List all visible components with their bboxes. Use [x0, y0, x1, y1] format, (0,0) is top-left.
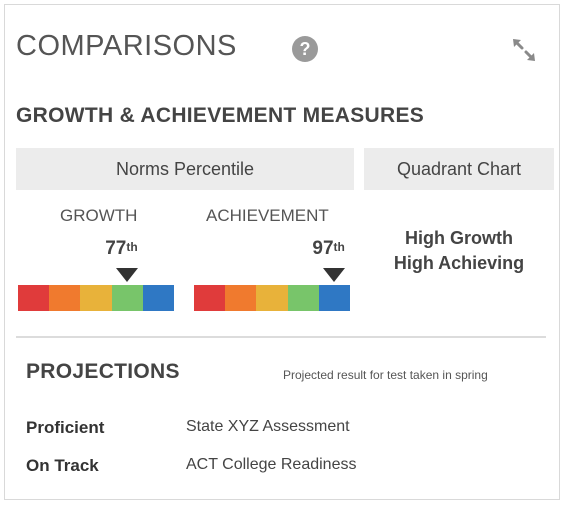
achievement-scale-bar [194, 285, 351, 311]
quadrant-growth: High Growth [405, 228, 513, 248]
scale-segment [80, 285, 112, 311]
growth-label: GROWTH [60, 206, 138, 225]
growth-marker-icon [116, 268, 139, 282]
scale-segment [318, 285, 351, 311]
achievement-label: ACHIEVEMENT [206, 206, 329, 225]
quadrant-result: High Growth High Achieving [364, 226, 554, 276]
scale-segment [194, 285, 226, 311]
projection-status: On Track [26, 456, 99, 475]
scale-segment [142, 285, 175, 311]
scale-segment [49, 285, 81, 311]
quadrant-achievement: High Achieving [393, 253, 525, 273]
tab-label: Quadrant Chart [396, 158, 522, 179]
tab-quadrant-chart[interactable]: Quadrant Chart [364, 148, 554, 190]
scale-segment [256, 285, 288, 311]
growth-percentile: 77th [105, 238, 137, 260]
projection-test: State XYZ Assessment [186, 418, 350, 435]
achievement-percentile-suffix: th [333, 240, 345, 254]
projections-note: Projected result for test taken in sprin… [283, 368, 488, 382]
achievement-marker-icon [323, 268, 346, 282]
achievement-percentile: 97th [312, 238, 344, 260]
expand-arrows-icon[interactable] [510, 36, 538, 64]
growth-percentile-value: 77 [105, 238, 127, 259]
scale-segment [225, 285, 257, 311]
achievement-percentile-value: 97 [312, 238, 334, 259]
question-circle-icon[interactable]: ? [292, 36, 318, 62]
projection-test: ACT College Readiness [186, 456, 357, 473]
growth-percentile-suffix: th [126, 240, 138, 254]
growth-achievement-title: GROWTH & ACHIEVEMENT MEASURES [16, 104, 425, 127]
projection-status: Proficient [26, 418, 105, 437]
scale-segment [111, 285, 143, 311]
projections-title: PROJECTIONS [26, 360, 180, 383]
growth-scale-bar [18, 285, 175, 311]
divider [16, 336, 546, 338]
page-title: COMPARISONS [16, 30, 237, 62]
scale-segment [287, 285, 319, 311]
tab-label: Norms Percentile [115, 158, 255, 179]
tab-norms-percentile[interactable]: Norms Percentile [16, 148, 354, 190]
scale-segment [18, 285, 50, 311]
